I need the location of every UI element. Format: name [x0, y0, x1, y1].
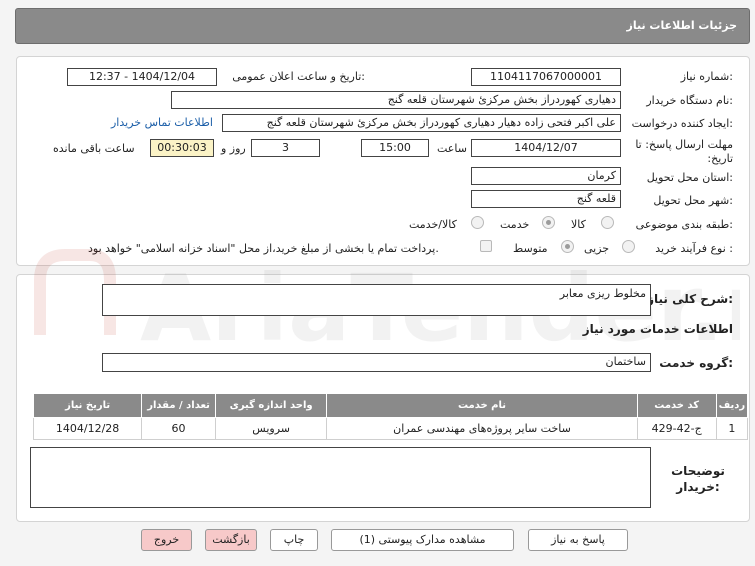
col-header-row-no: ردیف — [715, 393, 749, 418]
deadline-date-field: 1404/12/07 — [471, 139, 621, 157]
service-group-label: گروه خدمت: — [659, 356, 733, 370]
city-field: قلعه گنج — [471, 190, 621, 208]
process-type-label: نوع فرآیند خرید : — [655, 242, 733, 255]
back-button[interactable]: بازگشت — [205, 529, 257, 551]
category-radio-service[interactable] — [542, 216, 555, 229]
service-group-field: ساختمان — [102, 353, 651, 372]
buyer-notes-textarea[interactable] — [30, 447, 651, 508]
services-table: ردیف کد خدمت نام خدمت واحد اندازه گیری ت… — [32, 393, 749, 440]
cell-row-no: 1 — [715, 417, 749, 440]
process-radio-minor[interactable] — [622, 240, 635, 253]
table-row: 1 ج-42-429 ساخت سایر پروژه‌های مهندسی عم… — [32, 417, 749, 440]
print-button[interactable]: چاپ — [270, 529, 318, 551]
exit-button[interactable]: خروج — [141, 529, 192, 551]
deadline-time-field: 15:00 — [361, 139, 429, 157]
remaining-time-label: ساعت باقی مانده — [53, 142, 135, 155]
province-label: استان محل تحویل: — [646, 171, 733, 184]
services-table-header: ردیف کد خدمت نام خدمت واحد اندازه گیری ت… — [32, 393, 749, 418]
page-title: جزئیات اطلاعات نیاز — [626, 19, 738, 32]
cell-service-name: ساخت سایر پروژه‌های مهندسی عمران — [326, 417, 638, 440]
need-number-field: 1104117067000001 — [471, 68, 621, 86]
category-option-service: خدمت — [500, 218, 530, 231]
category-radio-goods-service[interactable] — [471, 216, 484, 229]
process-option-minor: جزیی — [584, 242, 610, 255]
buyer-org-label: نام دستگاه خریدار: — [646, 94, 733, 107]
buyer-notes-label: توضیحات خریدار: — [671, 464, 725, 494]
need-number-label: شماره نیاز: — [680, 70, 733, 83]
page-header: جزئیات اطلاعات نیاز — [15, 8, 750, 44]
cell-service-code: ج-42-429 — [636, 417, 717, 440]
announce-datetime-label: تاریخ و ساعت اعلان عمومی: — [232, 70, 365, 83]
reply-button[interactable]: پاسخ به نیاز — [528, 529, 628, 551]
need-summary-field: مخلوط ریزی معابر — [102, 284, 651, 316]
category-radio-goods[interactable] — [601, 216, 614, 229]
announce-datetime-field: 1404/12/04 - 12:37 — [67, 68, 217, 86]
services-table-wrap: ردیف کد خدمت نام خدمت واحد اندازه گیری ت… — [32, 393, 749, 440]
remaining-time-field: 00:30:03 — [150, 139, 214, 157]
col-header-unit: واحد اندازه گیری — [214, 393, 328, 418]
province-field: کرمان — [471, 167, 621, 185]
col-header-service-code: کد خدمت — [636, 393, 717, 418]
days-label: روز و — [221, 142, 246, 155]
deadline-time-label: ساعت — [437, 142, 467, 155]
creator-label: ایجاد کننده درخواست: — [631, 117, 733, 130]
col-header-service-name: نام خدمت — [326, 393, 638, 418]
process-option-medium: متوسط — [513, 242, 548, 255]
days-remaining-field: 3 — [251, 139, 320, 157]
category-option-goods-service: کالا/خدمت — [409, 218, 457, 231]
col-header-need-date: تاریخ نیاز — [32, 393, 143, 418]
cell-quantity: 60 — [141, 417, 216, 440]
treasury-payment-checkbox[interactable] — [480, 240, 492, 252]
attachments-button[interactable]: مشاهده مدارک پیوستی (1) — [331, 529, 514, 551]
category-label: طبقه بندی موضوعی: — [635, 218, 733, 231]
treasury-payment-note: پرداخت تمام یا بخشی از مبلغ خرید،از محل … — [88, 242, 439, 255]
category-option-goods: کالا — [571, 218, 586, 231]
cell-need-date: 1404/12/28 — [32, 417, 143, 440]
need-summary-label: شرح کلی نیاز: — [647, 292, 733, 306]
deadline-label: مهلت ارسال پاسخ: تا تاریخ: — [635, 138, 733, 165]
buyer-contact-link[interactable]: اطلاعات تماس خریدار — [111, 116, 213, 129]
city-label: شهر محل تحویل: — [653, 194, 733, 207]
cell-unit: سرویس — [214, 417, 328, 440]
buyer-org-field: دهیاری کهوردراز بخش مرکزئ شهرستان قلعه گ… — [171, 91, 621, 109]
col-header-quantity: تعداد / مقدار — [141, 393, 216, 418]
process-radio-medium[interactable] — [561, 240, 574, 253]
creator-field: علی اکبر فتحی زاده دهیار دهیاری کهوردراز… — [222, 114, 621, 132]
services-section-title: اطلاعات خدمات مورد نیاز — [582, 322, 733, 336]
